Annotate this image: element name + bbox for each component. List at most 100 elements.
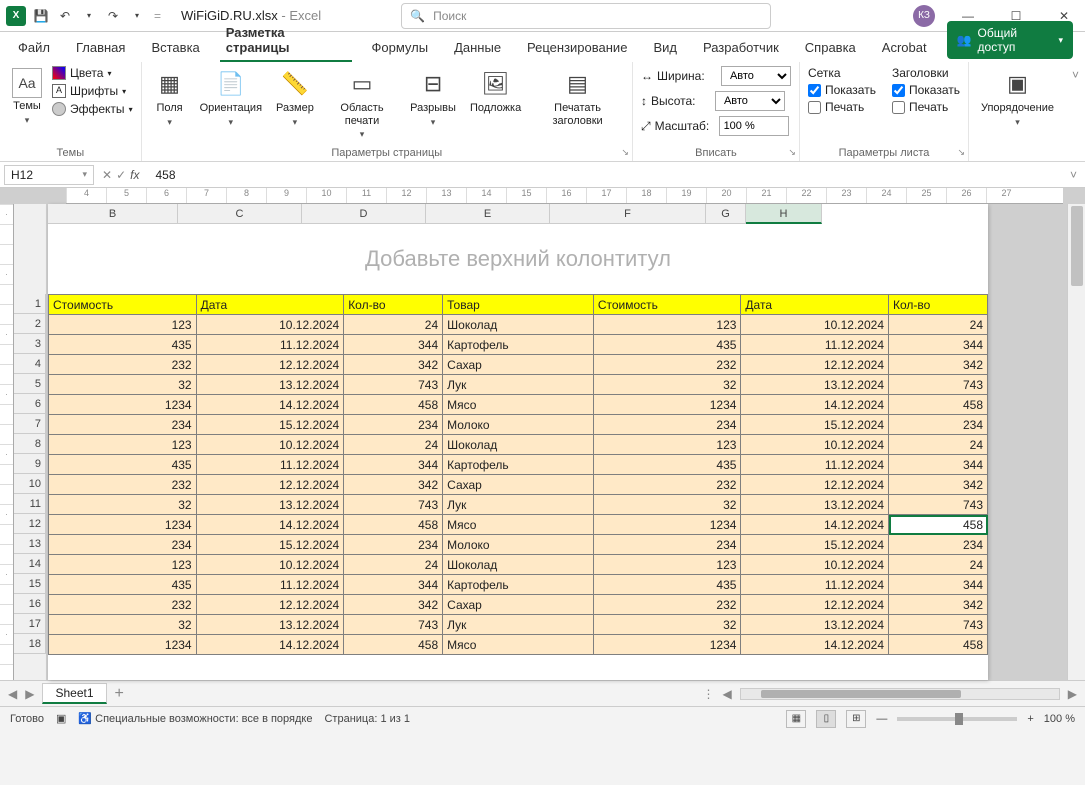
cell[interactable]: 232 bbox=[593, 355, 741, 375]
row-header[interactable]: 17 bbox=[14, 614, 46, 634]
row-header[interactable]: 6 bbox=[14, 394, 46, 414]
cell[interactable]: 10.12.2024 bbox=[741, 555, 889, 575]
row-header[interactable]: 1 bbox=[14, 294, 46, 314]
cell[interactable]: 743 bbox=[889, 615, 988, 635]
dialog-launcher-icon[interactable]: ↘ bbox=[621, 147, 629, 158]
cell[interactable]: 11.12.2024 bbox=[741, 575, 889, 595]
cell[interactable]: 743 bbox=[889, 375, 988, 395]
row-header[interactable]: 8 bbox=[14, 434, 46, 454]
cell[interactable]: 342 bbox=[889, 355, 988, 375]
cell[interactable]: 24 bbox=[344, 435, 443, 455]
col-header[interactable]: D bbox=[302, 204, 426, 224]
cell[interactable]: 24 bbox=[889, 555, 988, 575]
cancel-formula-icon[interactable]: ✕ bbox=[102, 168, 112, 182]
tab-рецензирование[interactable]: Рецензирование bbox=[521, 35, 633, 62]
cell[interactable]: Лук bbox=[443, 615, 594, 635]
cell[interactable]: 458 bbox=[344, 635, 443, 655]
cell[interactable]: 123 bbox=[593, 315, 741, 335]
cell[interactable]: Мясо bbox=[443, 395, 594, 415]
column-headers[interactable]: B C D E F G H H bbox=[48, 204, 988, 224]
col-header[interactable]: E bbox=[426, 204, 550, 224]
background-button[interactable]: 🖼Подложка bbox=[466, 66, 525, 117]
cell[interactable]: Мясо bbox=[443, 515, 594, 535]
cell[interactable]: 123 bbox=[49, 555, 197, 575]
breaks-button[interactable]: ⊟Разрывы▾ bbox=[406, 66, 460, 130]
zoom-level[interactable]: 100 % bbox=[1044, 713, 1075, 725]
zoom-slider[interactable] bbox=[897, 717, 1017, 721]
fit-width-select[interactable]: Авто bbox=[721, 66, 791, 86]
cell[interactable]: 32 bbox=[49, 495, 197, 515]
cell[interactable]: Лук bbox=[443, 375, 594, 395]
cell[interactable]: 435 bbox=[593, 455, 741, 475]
tab-справка[interactable]: Справка bbox=[799, 35, 862, 62]
cell[interactable]: 435 bbox=[49, 575, 197, 595]
cell[interactable]: 1234 bbox=[593, 515, 741, 535]
cell[interactable]: 32 bbox=[593, 375, 741, 395]
cell[interactable]: 10.12.2024 bbox=[741, 435, 889, 455]
cell[interactable]: 32 bbox=[49, 375, 197, 395]
row-header[interactable]: 15 bbox=[14, 574, 46, 594]
cell[interactable]: 344 bbox=[344, 575, 443, 595]
print-area-button[interactable]: ▭Область печати▾ bbox=[324, 66, 400, 142]
cell[interactable]: 11.12.2024 bbox=[196, 335, 344, 355]
cell[interactable]: 123 bbox=[593, 435, 741, 455]
row-headers[interactable]: 123456789101112131415161718 bbox=[14, 204, 46, 680]
cell[interactable]: 743 bbox=[344, 495, 443, 515]
cell[interactable]: 24 bbox=[889, 315, 988, 335]
cell[interactable]: 342 bbox=[889, 595, 988, 615]
cell[interactable]: Картофель bbox=[443, 455, 594, 475]
cell[interactable]: 10.12.2024 bbox=[196, 435, 344, 455]
cell[interactable]: 12.12.2024 bbox=[196, 595, 344, 615]
collapse-ribbon-icon[interactable]: ˅ bbox=[1066, 62, 1085, 161]
cell[interactable]: 344 bbox=[344, 335, 443, 355]
cell[interactable]: 24 bbox=[889, 435, 988, 455]
cell[interactable]: 10.12.2024 bbox=[196, 315, 344, 335]
cell[interactable]: 13.12.2024 bbox=[741, 375, 889, 395]
cell[interactable]: Сахар bbox=[443, 595, 594, 615]
row-header[interactable]: 4 bbox=[14, 354, 46, 374]
cell[interactable]: 342 bbox=[344, 475, 443, 495]
orientation-button[interactable]: 📄Ориентация▾ bbox=[196, 66, 266, 130]
margins-button[interactable]: ▦Поля▾ bbox=[150, 66, 190, 130]
formula-input[interactable]: 458 bbox=[149, 168, 1070, 182]
cell[interactable]: Молоко bbox=[443, 415, 594, 435]
cell[interactable]: 13.12.2024 bbox=[196, 615, 344, 635]
table-header[interactable]: Дата bbox=[196, 295, 344, 315]
cell[interactable]: Картофель bbox=[443, 575, 594, 595]
cell[interactable]: 14.12.2024 bbox=[741, 635, 889, 655]
cell[interactable]: 743 bbox=[344, 375, 443, 395]
horizontal-scrollbar[interactable] bbox=[740, 688, 1060, 700]
colors-button[interactable]: Цвета ▾ bbox=[52, 66, 133, 80]
cell[interactable]: 10.12.2024 bbox=[741, 315, 889, 335]
cell[interactable]: 234 bbox=[889, 535, 988, 555]
accessibility-status[interactable]: ♿ Специальные возможности: все в порядке bbox=[78, 712, 312, 725]
cell[interactable]: 344 bbox=[344, 455, 443, 475]
cell[interactable]: 1234 bbox=[49, 635, 197, 655]
cell[interactable]: Шоколад bbox=[443, 315, 594, 335]
fx-icon[interactable]: fx bbox=[130, 168, 139, 182]
cell[interactable]: 1234 bbox=[593, 635, 741, 655]
row-header[interactable]: 2 bbox=[14, 314, 46, 334]
zoom-out-button[interactable]: — bbox=[876, 713, 887, 725]
cell[interactable]: Шоколад bbox=[443, 555, 594, 575]
cell[interactable]: 123 bbox=[49, 315, 197, 335]
cell[interactable]: 15.12.2024 bbox=[741, 535, 889, 555]
gridlines-print-checkbox[interactable]: Печать bbox=[808, 100, 876, 114]
cell[interactable]: 123 bbox=[49, 435, 197, 455]
cell[interactable]: 123 bbox=[593, 555, 741, 575]
cell[interactable]: 232 bbox=[49, 595, 197, 615]
col-header[interactable]: C bbox=[178, 204, 302, 224]
cell[interactable]: 14.12.2024 bbox=[741, 515, 889, 535]
cell[interactable]: 11.12.2024 bbox=[196, 575, 344, 595]
cell[interactable]: Сахар bbox=[443, 475, 594, 495]
cell[interactable]: Картофель bbox=[443, 335, 594, 355]
cell[interactable]: Сахар bbox=[443, 355, 594, 375]
undo-icon[interactable]: ↶ bbox=[56, 7, 74, 25]
col-header[interactable]: G bbox=[706, 204, 746, 224]
cell[interactable]: 14.12.2024 bbox=[196, 635, 344, 655]
col-header[interactable]: F bbox=[550, 204, 706, 224]
scrollbar-thumb[interactable] bbox=[761, 690, 961, 698]
cell[interactable]: 234 bbox=[344, 415, 443, 435]
cell[interactable]: 234 bbox=[49, 415, 197, 435]
cell[interactable]: 24 bbox=[344, 555, 443, 575]
